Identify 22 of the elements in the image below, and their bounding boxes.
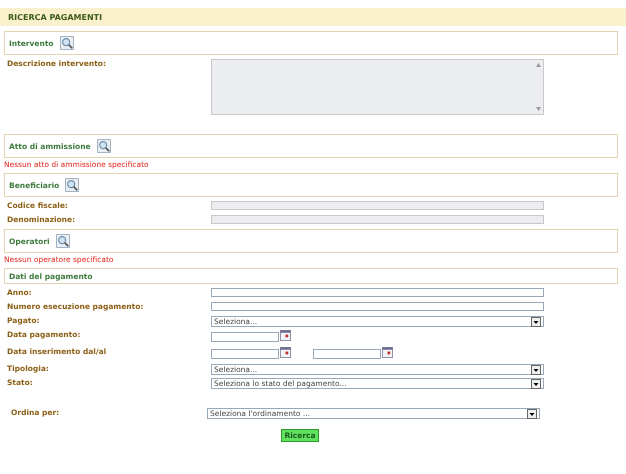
input-field[interactable] xyxy=(211,288,544,297)
input-field[interactable] xyxy=(211,215,544,224)
input-field[interactable] xyxy=(211,302,544,311)
page-title: RICERCA PAGAMENTI xyxy=(8,12,102,22)
calendar-icon[interactable] xyxy=(280,347,291,358)
date-field[interactable] xyxy=(211,349,279,359)
caret-icon xyxy=(531,364,541,374)
search-icon[interactable] xyxy=(60,36,74,50)
search-icon[interactable] xyxy=(65,178,80,192)
date-field[interactable] xyxy=(211,332,279,342)
caret-icon xyxy=(527,408,537,418)
text-area[interactable] xyxy=(211,59,544,115)
calendar-icon[interactable] xyxy=(280,330,291,341)
search-icon[interactable] xyxy=(56,234,70,248)
calendar-icon[interactable] xyxy=(382,347,393,358)
caret-icon xyxy=(531,316,541,326)
caret-icon xyxy=(531,378,541,388)
input-field[interactable] xyxy=(211,201,544,210)
search-icon[interactable] xyxy=(96,139,111,153)
date-field[interactable] xyxy=(313,349,381,359)
scroll-up-icon[interactable] xyxy=(536,63,540,67)
scroll-down-icon[interactable] xyxy=(536,107,540,111)
